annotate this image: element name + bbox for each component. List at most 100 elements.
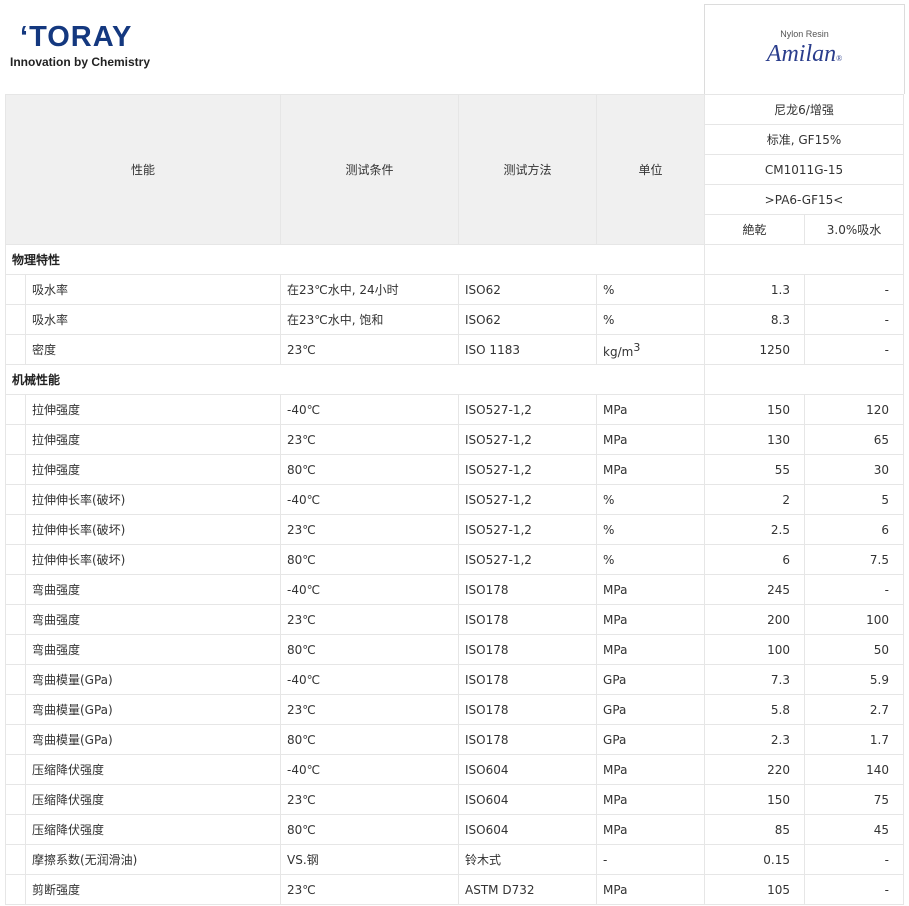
column-header-condition: 测试条件 <box>280 94 460 245</box>
wet-value-cell: 5.9 <box>804 664 905 695</box>
table-row: 压缩降伏强度 23℃ ISO604 MPa 150 75 <box>5 784 905 815</box>
header: ‘TORAY Innovation by Chemistry <box>0 0 704 94</box>
table-row: 拉伸伸长率(破坏) 23℃ ISO527-1,2% 2.5 6 <box>5 514 905 545</box>
unit-cell: MPa <box>596 574 706 605</box>
condition-cell: 23℃ <box>280 334 460 365</box>
condition-cell: 80℃ <box>280 634 460 665</box>
logo-tagline: Innovation by Chemistry <box>10 55 151 69</box>
unit-cell: MPa <box>596 754 706 785</box>
section-spacer <box>704 364 905 395</box>
unit-cell: MPa <box>596 424 706 455</box>
dry-value-cell: 2.3 <box>704 724 806 755</box>
dry-value-cell: 220 <box>704 754 806 785</box>
unit-cell: MPa <box>596 634 706 665</box>
header-row: 性能 测试条件 测试方法 单位 尼龙6/增强 <box>4 94 905 245</box>
table-row: 弯曲模量(GPa) 23℃ ISO178 GPa 5.8 2.7 <box>5 694 905 725</box>
property-cell: 拉伸伸长率(破坏) <box>24 514 282 545</box>
row-indent <box>5 604 26 635</box>
condition-cell: 23℃ <box>280 874 460 905</box>
condition-cell: 80℃ <box>280 544 460 575</box>
column-header-unit: 单位 <box>596 94 706 245</box>
unit-cell: % <box>596 274 706 305</box>
method-cell: ISO527-1,2 <box>458 454 598 485</box>
table-row: 拉伸伸长率(破坏) 80℃ ISO527-1,2% 6 7.5 <box>5 544 905 575</box>
brand-subtitle: Nylon Resin <box>780 29 829 39</box>
table-row: 弯曲强度 80℃ ISO178 MPa 100 50 <box>5 634 905 665</box>
condition-cell: 23℃ <box>280 514 460 545</box>
unit-cell: % <box>596 514 706 545</box>
unit-cell: % <box>596 544 706 575</box>
row-indent <box>5 694 26 725</box>
dry-value-cell: 150 <box>704 784 806 815</box>
unit-cell: MPa <box>596 784 706 815</box>
method-cell: ISO527-1,2 <box>458 424 598 455</box>
table-row: 压缩降伏强度 -40℃ ISO604 MPa 220 140 <box>5 754 905 785</box>
unit-cell: GPa <box>596 664 706 695</box>
method-cell: ISO604 <box>458 784 598 815</box>
property-cell: 拉伸伸长率(破坏) <box>24 544 282 575</box>
table-row: 吸水率 在23℃水中, 24小时 ISO62% 1.3- <box>5 274 905 305</box>
logo-apostrophe: ‘ <box>20 21 30 53</box>
dry-value-cell: 8.3 <box>704 304 806 335</box>
condition-cell: 23℃ <box>280 604 460 635</box>
wet-value-cell: - <box>804 274 905 305</box>
method-cell: ISO604 <box>458 814 598 845</box>
grade-material: 尼龙6/增强 <box>704 94 905 125</box>
table-row: 拉伸强度 -40℃ ISO527-1,2 MPa 150 120 <box>5 394 905 425</box>
property-cell: 拉伸强度 <box>24 424 282 455</box>
property-cell: 拉伸伸长率(破坏) <box>24 484 282 515</box>
condition-cell: 80℃ <box>280 814 460 845</box>
condition-cell: 在23℃水中, 饱和 <box>280 304 460 335</box>
row-indent <box>5 754 26 785</box>
properties-table: 性能 测试条件 测试方法 单位 尼龙6/增强 标准, GF15% CM1011G… <box>4 94 905 905</box>
wet-value-cell: 2.7 <box>804 694 905 725</box>
property-cell: 拉伸强度 <box>24 454 282 485</box>
dry-value-cell: 150 <box>704 394 806 425</box>
wet-value-cell: 120 <box>804 394 905 425</box>
wet-value-cell: 140 <box>804 754 905 785</box>
table-row: 弯曲强度 23℃ ISO178 MPa 200 100 <box>5 604 905 635</box>
wet-value-cell: 50 <box>804 634 905 665</box>
wet-value-cell: - <box>804 874 905 905</box>
property-cell: 弯曲强度 <box>24 574 282 605</box>
table-row: 拉伸强度 23℃ ISO527-1,2 MPa 130 65 <box>5 424 905 455</box>
property-cell: 摩擦系数(无润滑油) <box>24 844 282 875</box>
row-indent <box>5 454 26 485</box>
dry-value-cell: 105 <box>704 874 806 905</box>
wet-value-cell: 7.5 <box>804 544 905 575</box>
row-indent <box>5 394 26 425</box>
row-indent <box>5 544 26 575</box>
table-row: 密度 23℃ ISO 1183 kg/m3 1250- <box>5 334 905 365</box>
wet-value-cell: 6 <box>804 514 905 545</box>
row-indent <box>5 424 26 455</box>
section-row: 物理特性 <box>4 244 905 275</box>
unit-cell: kg/m3 <box>596 334 706 365</box>
method-cell: ISO178 <box>458 664 598 695</box>
dry-value-cell: 1.3 <box>704 274 806 305</box>
row-indent <box>5 274 26 305</box>
table-row: 拉伸强度 80℃ ISO527-1,2 MPa 55 30 <box>5 454 905 485</box>
row-indent <box>5 514 26 545</box>
property-cell: 弯曲模量(GPa) <box>24 694 282 725</box>
wet-value-cell: 1.7 <box>804 724 905 755</box>
dry-value-cell: 100 <box>704 634 806 665</box>
dry-value-cell: 1250 <box>704 334 806 365</box>
section-title: 机械性能 <box>4 364 706 395</box>
row-indent <box>5 814 26 845</box>
column-header-property: 性能 <box>4 94 282 245</box>
dry-value-cell: 55 <box>704 454 806 485</box>
property-cell: 弯曲模量(GPa) <box>24 724 282 755</box>
wet-value-cell: - <box>804 574 905 605</box>
dry-value-cell: 7.3 <box>704 664 806 695</box>
method-cell: ISO62 <box>458 304 598 335</box>
unit-cell: MPa <box>596 394 706 425</box>
dry-value-cell: 245 <box>704 574 806 605</box>
section-row: 机械性能 <box>4 364 905 395</box>
unit-cell: % <box>596 304 706 335</box>
table-row: 摩擦系数(无润滑油) VS.钢 铃木式 -0.15- <box>5 844 905 875</box>
toray-logo[interactable]: ‘TORAY <box>20 22 132 52</box>
property-cell: 弯曲强度 <box>24 604 282 635</box>
property-cell: 吸水率 <box>24 274 282 305</box>
property-cell: 吸水率 <box>24 304 282 335</box>
condition-cell: -40℃ <box>280 484 460 515</box>
